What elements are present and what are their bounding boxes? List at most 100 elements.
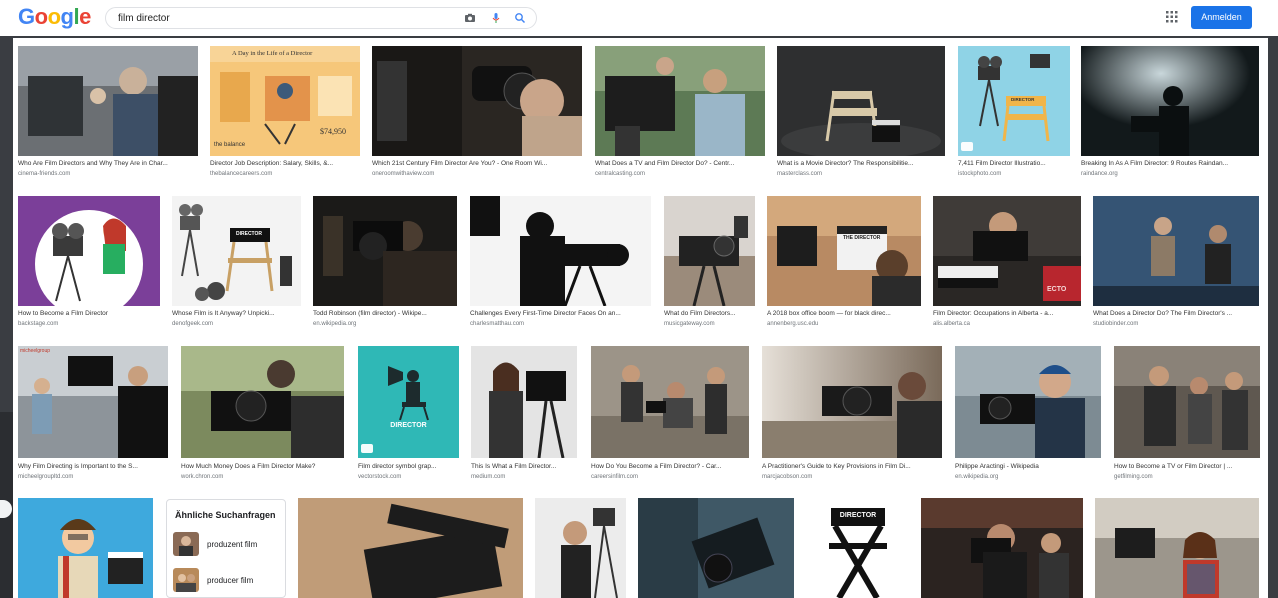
result-title[interactable]: How Much Money Does a Film Director Make…: [181, 463, 342, 471]
result-thumbnail[interactable]: [921, 498, 1083, 598]
result-source[interactable]: en.wikipedia.org: [313, 320, 455, 328]
result-title[interactable]: Which 21st Century Film Director Are You…: [372, 160, 580, 168]
image-result[interactable]: What Does a Director Do? The Film Direct…: [1093, 196, 1259, 336]
result-source[interactable]: medium.com: [471, 473, 575, 481]
result-title[interactable]: How Do You Become a Film Director? - Car…: [591, 463, 747, 471]
related-search-label[interactable]: produzent film: [207, 540, 257, 549]
result-thumbnail[interactable]: [471, 346, 577, 458]
result-thumbnail[interactable]: [762, 346, 942, 458]
result-title[interactable]: Director Job Description: Salary, Skills…: [210, 160, 358, 168]
result-source[interactable]: oneroomwithaview.com: [372, 170, 580, 178]
image-result[interactable]: How to Become a TV or Film Director | ..…: [1114, 346, 1260, 486]
result-thumbnail[interactable]: [1095, 498, 1259, 598]
result-source[interactable]: careersinfilm.com: [591, 473, 747, 481]
image-result[interactable]: Todd Robinson (film director) - Wikipe..…: [313, 196, 457, 336]
result-thumbnail[interactable]: [372, 46, 582, 156]
result-source[interactable]: backstage.com: [18, 320, 158, 328]
result-thumbnail[interactable]: [470, 196, 651, 306]
result-thumbnail[interactable]: [664, 196, 755, 306]
result-title[interactable]: Who Are Film Directors and Why They Are …: [18, 160, 196, 168]
result-thumbnail[interactable]: THE DIRECTOR: [767, 196, 921, 306]
mic-icon[interactable]: [490, 12, 502, 24]
image-result[interactable]: What do Film Directors... musicgateway.c…: [664, 196, 755, 336]
image-result[interactable]: What Does a TV and Film Director Do? - C…: [595, 46, 765, 186]
result-source[interactable]: annenberg.usc.edu: [767, 320, 919, 328]
search-icon[interactable]: [514, 12, 526, 24]
image-result[interactable]: THE DIRECTOR A 2018 box office boom — fo…: [767, 196, 921, 336]
camera-icon[interactable]: [464, 12, 476, 24]
image-result[interactable]: Philippe Aractingi - Wikipedia en.wikipe…: [955, 346, 1101, 486]
result-title[interactable]: Todd Robinson (film director) - Wikipe..…: [313, 310, 455, 318]
result-title[interactable]: What is a Movie Director? The Responsibi…: [777, 160, 943, 168]
result-source[interactable]: istockphoto.com: [958, 170, 1068, 178]
image-result[interactable]: DIRECTOR Whose Film is It Anyway? Unpick…: [172, 196, 301, 336]
image-result[interactable]: A Practitioner's Guide to Key Provisions…: [762, 346, 942, 486]
result-source[interactable]: studiobinder.com: [1093, 320, 1257, 328]
result-source[interactable]: en.wikipedia.org: [955, 473, 1099, 481]
result-thumbnail[interactable]: [18, 46, 198, 156]
result-source[interactable]: micheelgroupltd.com: [18, 473, 166, 481]
image-result[interactable]: [638, 498, 794, 598]
result-thumbnail[interactable]: [595, 46, 765, 156]
result-thumbnail[interactable]: ECTO: [933, 196, 1081, 306]
related-search-label[interactable]: producer film: [207, 576, 253, 585]
result-title[interactable]: Why Film Directing is Important to the S…: [18, 463, 166, 471]
image-result[interactable]: DIRECTOR Film director symbol grap... ve…: [358, 346, 459, 486]
result-title[interactable]: Film director symbol grap...: [358, 463, 457, 471]
result-thumbnail[interactable]: [535, 498, 626, 598]
result-thumbnail[interactable]: [1114, 346, 1260, 458]
image-result[interactable]: What is a Movie Director? The Responsibi…: [777, 46, 945, 186]
related-search-thumbnail[interactable]: [173, 568, 199, 592]
image-result[interactable]: [298, 498, 523, 598]
result-title[interactable]: A Practitioner's Guide to Key Provisions…: [762, 463, 940, 471]
result-source[interactable]: thebalancecareers.com: [210, 170, 358, 178]
result-source[interactable]: denofgeek.com: [172, 320, 299, 328]
result-title[interactable]: What Does a Director Do? The Film Direct…: [1093, 310, 1257, 318]
result-thumbnail[interactable]: DIRECTOR: [172, 196, 301, 306]
image-result[interactable]: micheelgroup Why Film Directing is Impor…: [18, 346, 168, 486]
result-thumbnail[interactable]: A Day in the Life of a Director $74,950 …: [210, 46, 360, 156]
result-source[interactable]: alis.alberta.ca: [933, 320, 1079, 328]
image-result[interactable]: How Do You Become a Film Director? - Car…: [591, 346, 749, 486]
result-thumbnail[interactable]: [777, 46, 945, 156]
google-logo[interactable]: Google: [18, 5, 91, 29]
image-result[interactable]: Breaking In As A Film Director: 9 Routes…: [1081, 46, 1259, 186]
apps-grid-icon[interactable]: [1166, 11, 1178, 23]
image-result[interactable]: DIRECTOR 7,411 Film Director Illustratio…: [958, 46, 1070, 186]
image-result[interactable]: [1095, 498, 1259, 598]
image-result[interactable]: DIRECTOR: [807, 498, 909, 598]
result-source[interactable]: getfilming.com: [1114, 473, 1258, 481]
result-source[interactable]: charlesmatthau.com: [470, 320, 649, 328]
result-source[interactable]: work.chron.com: [181, 473, 342, 481]
result-title[interactable]: This Is What a Film Director...: [471, 463, 575, 471]
result-thumbnail[interactable]: [18, 196, 160, 306]
result-title[interactable]: Philippe Aractingi - Wikipedia: [955, 463, 1099, 471]
result-title[interactable]: 7,411 Film Director Illustratio...: [958, 160, 1068, 168]
image-result[interactable]: This Is What a Film Director... medium.c…: [471, 346, 577, 486]
image-result[interactable]: Which 21st Century Film Director Are You…: [372, 46, 582, 186]
result-source[interactable]: raindance.org: [1081, 170, 1257, 178]
result-source[interactable]: cinema-friends.com: [18, 170, 196, 178]
result-thumbnail[interactable]: [313, 196, 457, 306]
result-thumbnail[interactable]: [18, 498, 153, 598]
result-title[interactable]: Film Director: Occupations in Alberta - …: [933, 310, 1079, 318]
result-thumbnail[interactable]: DIRECTOR: [358, 346, 459, 458]
result-source[interactable]: musicgateway.com: [664, 320, 753, 328]
image-result[interactable]: How Much Money Does a Film Director Make…: [181, 346, 344, 486]
image-result[interactable]: How to Become a Film Director backstage.…: [18, 196, 160, 336]
result-title[interactable]: What do Film Directors...: [664, 310, 753, 318]
search-box[interactable]: [105, 7, 537, 29]
image-result[interactable]: [535, 498, 626, 598]
image-result[interactable]: Who Are Film Directors and Why They Are …: [18, 46, 198, 186]
result-thumbnail[interactable]: [1081, 46, 1259, 156]
result-title[interactable]: Whose Film is It Anyway? Unpicki...: [172, 310, 299, 318]
result-source[interactable]: marcjacobson.com: [762, 473, 940, 481]
result-title[interactable]: A 2018 box office boom — for black direc…: [767, 310, 919, 318]
image-result[interactable]: A Day in the Life of a Director $74,950 …: [210, 46, 360, 186]
related-search-thumbnail[interactable]: [173, 532, 199, 556]
result-title[interactable]: Breaking In As A Film Director: 9 Routes…: [1081, 160, 1257, 168]
result-thumbnail[interactable]: [181, 346, 344, 458]
result-thumbnail[interactable]: [591, 346, 749, 458]
result-title[interactable]: How to Become a TV or Film Director | ..…: [1114, 463, 1258, 471]
sign-in-button[interactable]: Anmelden: [1191, 6, 1252, 29]
